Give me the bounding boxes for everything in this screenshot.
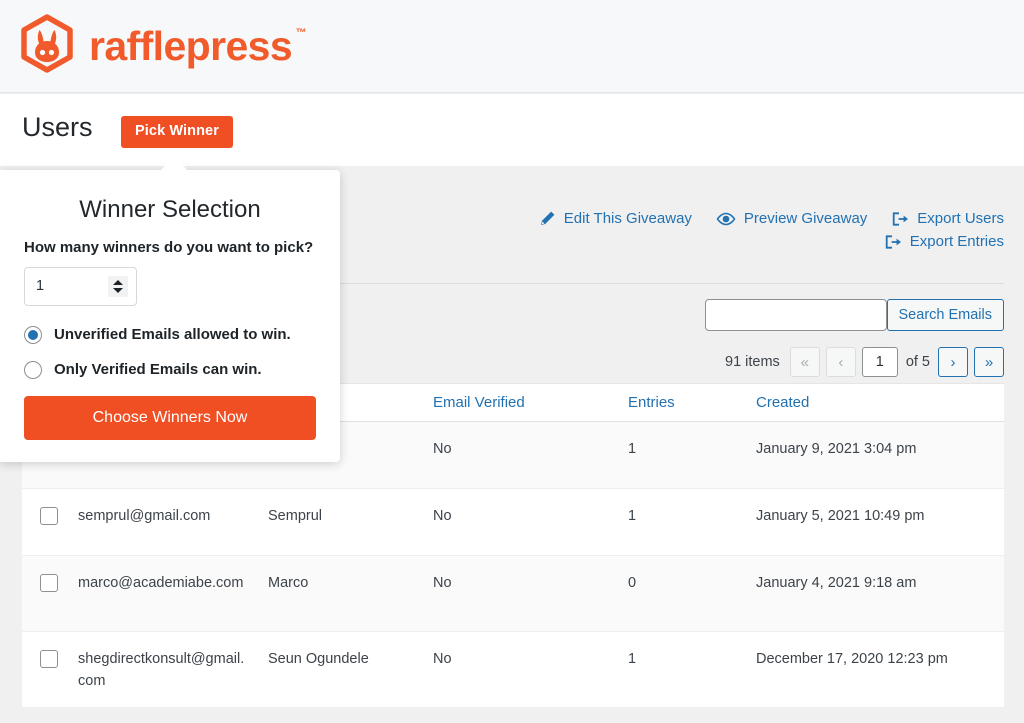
row-email-verified: No [423, 572, 618, 594]
winner-selection-popover: Winner Selection How many winners do you… [0, 170, 340, 462]
column-header-created[interactable]: Created [746, 392, 996, 414]
radio-verified[interactable] [24, 361, 42, 379]
brand-name-text: rafflepress [89, 23, 292, 69]
row-entries: 1 [618, 505, 746, 527]
option-verified-label: Only Verified Emails can win. [54, 361, 262, 378]
eye-icon [716, 212, 736, 226]
row-created: January 5, 2021 10:49 pm [746, 505, 996, 527]
radio-unverified[interactable] [24, 326, 42, 344]
export-users-label: Export Users [917, 210, 1004, 227]
winner-count-question: How many winners do you want to pick? [24, 239, 316, 256]
row-email-verified: No [423, 438, 618, 460]
pencil-icon [539, 210, 556, 227]
row-checkbox-cell[interactable] [22, 572, 68, 592]
edit-giveaway-link[interactable]: Edit This Giveaway [539, 210, 692, 227]
row-email: semprul@gmail.com [68, 505, 258, 527]
trademark-symbol: ™ [296, 28, 306, 39]
stepper-down-icon[interactable] [113, 288, 123, 293]
table-row: semprul@gmail.com Semprul No 1 January 5… [22, 489, 1004, 556]
row-entries: 1 [618, 438, 746, 460]
row-email: shegdirectkonsult@gmail.com [68, 648, 258, 692]
stepper-up-icon[interactable] [113, 280, 123, 285]
preview-giveaway-label: Preview Giveaway [744, 210, 867, 227]
popover-arrow [161, 156, 187, 170]
row-name: Marco [258, 572, 423, 594]
first-page-button[interactable]: « [790, 347, 820, 377]
popover-title: Winner Selection [24, 196, 316, 225]
row-checkbox[interactable] [40, 650, 58, 668]
option-unverified-emails[interactable]: Unverified Emails allowed to win. [24, 326, 316, 344]
export-icon [891, 211, 909, 227]
table-row: shegdirectkonsult@gmail.com Seun Ogundel… [22, 632, 1004, 708]
export-entries-link[interactable]: Export Entries [884, 233, 1004, 250]
giveaway-actions: Edit This Giveaway Preview Giveaway Expo… [539, 210, 1004, 256]
option-verified-emails[interactable]: Only Verified Emails can win. [24, 361, 316, 379]
pick-winner-button[interactable]: Pick Winner [121, 116, 233, 148]
export-users-link[interactable]: Export Users [891, 210, 1004, 227]
pagination: 91 items « ‹ 1 of 5 › » [725, 347, 1004, 377]
page-title: Users [22, 111, 93, 143]
stepper-arrows-icon[interactable] [108, 276, 128, 297]
current-page-input[interactable]: 1 [862, 347, 898, 377]
edit-giveaway-label: Edit This Giveaway [564, 210, 692, 227]
total-pages-label: of 5 [904, 354, 932, 370]
action-row-primary: Edit This Giveaway Preview Giveaway Expo… [539, 210, 1004, 227]
row-email-verified: No [423, 505, 618, 527]
row-name: Seun Ogundele [258, 648, 423, 670]
action-row-secondary: Export Entries [539, 233, 1004, 250]
row-entries: 0 [618, 572, 746, 594]
row-entries: 1 [618, 648, 746, 670]
row-checkbox-cell[interactable] [22, 648, 68, 668]
last-page-button[interactable]: » [974, 347, 1004, 377]
choose-winners-button[interactable]: Choose Winners Now [24, 396, 316, 440]
next-page-button[interactable]: › [938, 347, 968, 377]
row-checkbox[interactable] [40, 507, 58, 525]
export-entries-label: Export Entries [910, 233, 1004, 250]
row-email-verified: No [423, 648, 618, 670]
rafflepress-users-page: rafflepress ™ Users Pick Winner Edit Thi… [0, 0, 1024, 723]
search-input[interactable] [705, 299, 887, 331]
export-icon [884, 234, 902, 250]
rafflepress-logo[interactable]: rafflepress ™ [14, 13, 306, 79]
search-emails-button[interactable]: Search Emails [887, 299, 1004, 331]
winner-count-stepper[interactable] [24, 267, 137, 306]
items-count-label: 91 items [725, 354, 780, 370]
column-header-entries[interactable]: Entries [618, 392, 746, 414]
table-row: marco@academiabe.com Marco No 0 January … [22, 556, 1004, 632]
row-name: Semprul [258, 505, 423, 527]
row-checkbox[interactable] [40, 574, 58, 592]
row-created: December 17, 2020 12:23 pm [746, 648, 996, 670]
row-email: marco@academiabe.com [68, 572, 258, 594]
row-created: January 9, 2021 3:04 pm [746, 438, 996, 460]
option-unverified-label: Unverified Emails allowed to win. [54, 326, 291, 343]
brand-name: rafflepress ™ [89, 26, 306, 67]
column-header-email-verified[interactable]: Email Verified [423, 392, 618, 414]
preview-giveaway-link[interactable]: Preview Giveaway [716, 210, 867, 227]
rabbit-hexagon-logo-icon [14, 13, 80, 79]
prev-page-button[interactable]: ‹ [826, 347, 856, 377]
row-created: January 4, 2021 9:18 am [746, 572, 996, 594]
row-checkbox-cell[interactable] [22, 505, 68, 525]
brand-bar: rafflepress ™ [0, 0, 1024, 93]
